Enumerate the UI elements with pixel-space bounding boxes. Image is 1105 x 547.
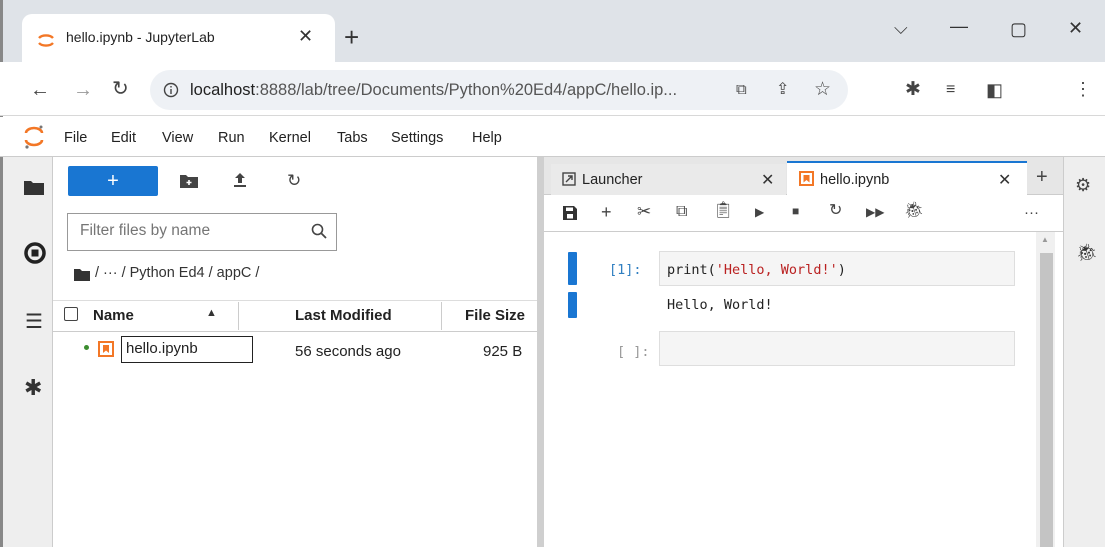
tab-search-icon[interactable]: ⌵ <box>894 18 908 39</box>
notebook-file-icon <box>98 341 114 357</box>
paste-icon[interactable]: 📋︎ <box>713 203 733 219</box>
menu-view[interactable]: View <box>162 130 193 146</box>
scrollbar-thumb[interactable] <box>1040 253 1053 547</box>
tab-notebook-label: hello.ipynb <box>820 172 890 188</box>
column-last-modified[interactable]: Last Modified <box>295 307 392 324</box>
select-all-checkbox[interactable] <box>64 307 78 321</box>
folder-icon[interactable] <box>24 179 44 195</box>
reload-icon[interactable]: ↻ <box>112 79 129 99</box>
table-of-contents-icon[interactable]: ☰ <box>25 312 43 332</box>
bookmark-star-icon[interactable]: ☆ <box>814 80 831 99</box>
right-activity-bar <box>1063 157 1105 547</box>
copy-icon[interactable]: ⧉ <box>676 204 687 220</box>
code-paren: ) <box>837 262 846 278</box>
running-indicator-icon <box>84 345 89 350</box>
url-host: localhost <box>190 81 256 99</box>
running-sessions-icon[interactable] <box>24 242 46 264</box>
save-icon[interactable] <box>563 206 577 220</box>
menu-settings[interactable]: Settings <box>391 130 443 146</box>
side-panel-icon[interactable]: ◧ <box>986 81 1003 99</box>
empty-code-cell-editor[interactable] <box>659 331 1015 366</box>
browser-menu-icon[interactable]: ⋮ <box>1074 80 1092 98</box>
translate-icon[interactable]: ⧉ <box>736 82 747 97</box>
url-text: localhost:8888/lab/tree/Documents/Python… <box>190 81 677 100</box>
scroll-up-icon[interactable]: ▲ <box>1041 236 1049 244</box>
refresh-icon[interactable]: ↻ <box>287 172 301 189</box>
column-divider <box>238 302 239 330</box>
minimize-icon[interactable]: — <box>950 16 968 37</box>
back-icon[interactable]: ← <box>30 80 50 100</box>
close-notebook-tab-icon[interactable]: ✕ <box>998 170 1011 190</box>
column-file-size[interactable]: File Size <box>465 307 525 324</box>
insert-cell-icon[interactable]: + <box>601 203 612 221</box>
menu-help[interactable]: Help <box>472 130 502 146</box>
url-path: :8888/lab/tree/Documents/Python%20Ed4/ap… <box>255 81 678 99</box>
tab-launcher-label: Launcher <box>582 172 643 188</box>
output-collapser[interactable] <box>568 292 577 318</box>
home-folder-icon[interactable] <box>74 268 90 281</box>
panel-splitter[interactable] <box>537 157 544 547</box>
debugger-icon[interactable]: 🐞︎ <box>904 203 924 219</box>
property-inspector-icon[interactable]: ⚙ <box>1075 176 1091 194</box>
run-icon[interactable]: ▶ <box>755 206 764 218</box>
site-info-icon[interactable] <box>163 82 179 98</box>
extensions-icon[interactable]: ✱ <box>905 80 921 99</box>
cell-code: print('Hello, World!') <box>667 262 846 278</box>
menu-tabs[interactable]: Tabs <box>337 130 368 146</box>
debugger-panel-icon[interactable]: 🐞︎ <box>1076 244 1098 261</box>
menu-edit[interactable]: Edit <box>111 130 136 146</box>
jupyter-logo-icon <box>24 125 44 149</box>
new-tab-plus-icon[interactable]: + <box>1036 166 1048 189</box>
menu-run[interactable]: Run <box>218 130 245 146</box>
sort-ascending-icon[interactable]: ▲ <box>206 308 217 319</box>
filter-input[interactable] <box>68 214 288 248</box>
restart-kernel-icon[interactable]: ↻ <box>829 203 842 219</box>
new-launcher-button[interactable]: + <box>68 166 158 196</box>
menu-kernel[interactable]: Kernel <box>269 130 311 146</box>
reading-list-icon[interactable]: ≡ <box>946 82 955 98</box>
left-activity-bar <box>3 157 53 547</box>
jupyter-favicon-icon <box>38 34 54 47</box>
new-tab-button[interactable]: + <box>344 22 359 53</box>
cut-icon[interactable]: ✂ <box>637 203 651 220</box>
close-launcher-tab-icon[interactable]: ✕ <box>761 170 774 190</box>
extension-manager-icon[interactable]: ✱ <box>24 377 42 399</box>
upload-icon[interactable] <box>233 172 247 188</box>
restart-run-all-icon[interactable]: ▶▶ <box>866 206 884 218</box>
maximize-icon[interactable]: ▢ <box>1010 19 1027 40</box>
cell-input-prompt: [1]: <box>609 262 642 278</box>
forward-icon[interactable]: → <box>73 80 93 100</box>
menu-file[interactable]: File <box>64 130 87 146</box>
column-divider <box>441 302 442 330</box>
close-tab-icon[interactable]: ✕ <box>298 26 313 47</box>
toolbar-more[interactable]: ··· <box>1024 204 1039 221</box>
close-window-icon[interactable]: ✕ <box>1068 18 1083 39</box>
code-string: 'Hello, World!' <box>715 262 838 278</box>
cell-output: Hello, World! <box>667 297 773 313</box>
new-folder-icon[interactable] <box>180 174 198 188</box>
column-name[interactable]: Name <box>93 307 134 324</box>
filter-files-field[interactable] <box>67 213 337 251</box>
breadcrumb[interactable]: / ··· / Python Ed4 / appC / <box>95 265 259 281</box>
share-icon[interactable]: ⇪ <box>776 82 789 98</box>
file-name-rename-field[interactable]: hello.ipynb <box>121 336 253 363</box>
file-last-modified: 56 seconds ago <box>295 343 401 360</box>
cell-collapser[interactable] <box>568 252 577 285</box>
search-icon <box>311 223 327 239</box>
browser-tab-title: hello.ipynb - JupyterLab <box>66 29 215 45</box>
interrupt-icon[interactable]: ■ <box>792 205 799 217</box>
code-function: print( <box>667 262 716 278</box>
notebook-icon <box>799 171 814 186</box>
file-size: 925 B <box>483 343 523 360</box>
launcher-icon <box>562 172 576 186</box>
cell-input-prompt: [ ]: <box>617 344 650 360</box>
notebook-toolbar <box>544 196 1063 232</box>
